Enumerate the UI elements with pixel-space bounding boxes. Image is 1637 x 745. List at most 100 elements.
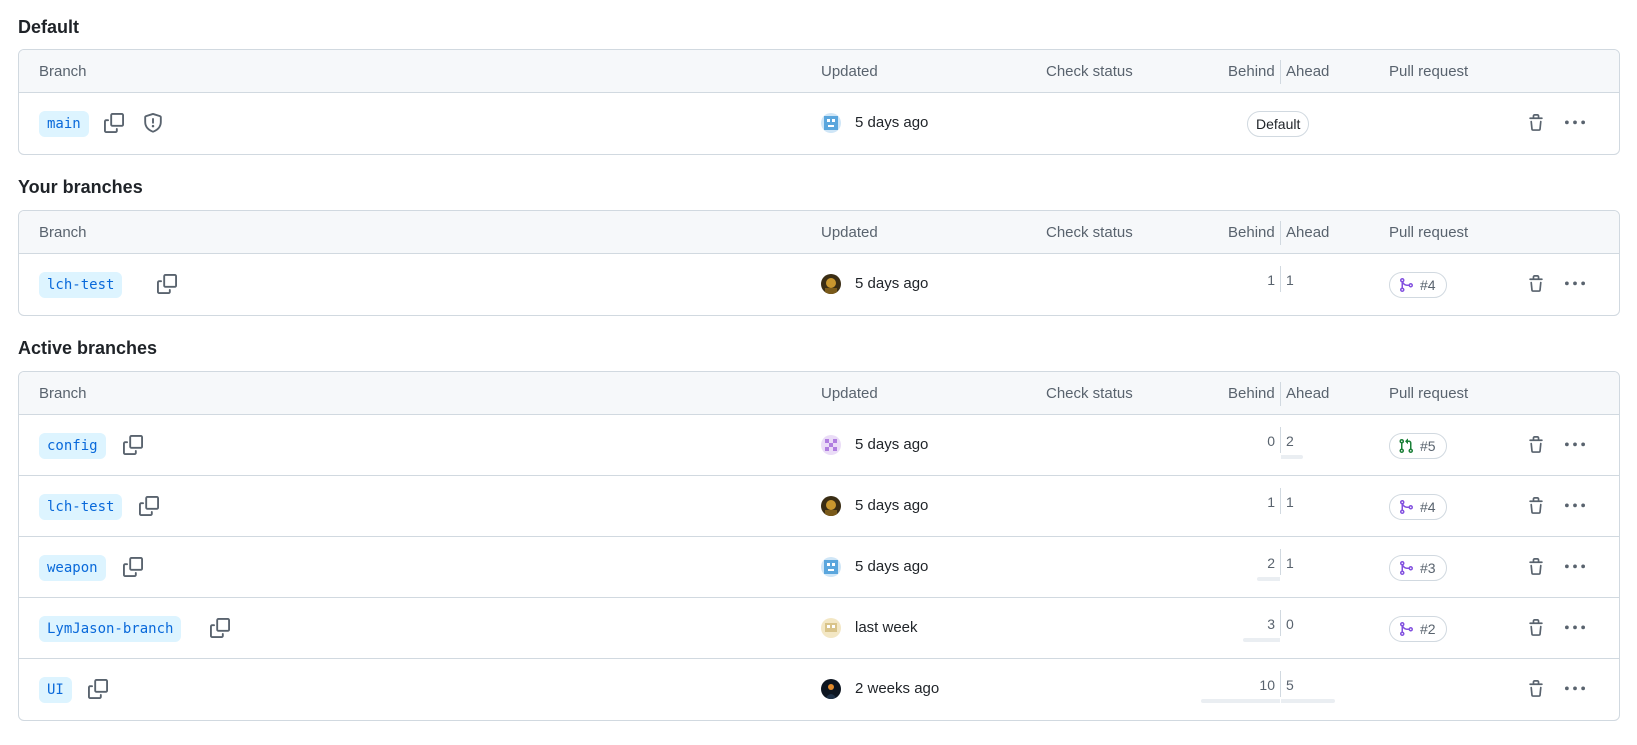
pull-request-link[interactable]: #4 — [1389, 272, 1447, 298]
trash-icon[interactable] — [1524, 272, 1548, 296]
column-divider — [1280, 382, 1281, 406]
more-options-icon[interactable] — [1562, 555, 1588, 579]
column-divider — [1280, 60, 1281, 84]
copy-icon[interactable] — [207, 615, 233, 641]
section-title-active-branches: Active branches — [18, 338, 158, 358]
pull-request-number: #4 — [1420, 499, 1436, 515]
behind-count: 2 — [1267, 555, 1275, 571]
avatar[interactable] — [821, 435, 841, 455]
updated-time: 5 days ago — [855, 114, 929, 131]
more-options-icon[interactable] — [1562, 494, 1588, 518]
branch-name-link[interactable]: main — [39, 111, 89, 137]
default-branch-table: Branch Updated Check status Behind Ahead… — [18, 49, 1620, 155]
pull-request-link[interactable]: #4 — [1389, 494, 1447, 520]
column-header-check-status: Check status — [1046, 385, 1133, 402]
avatar[interactable] — [821, 618, 841, 638]
column-header-behind: Behind — [1228, 385, 1275, 402]
table-header: Branch Updated Check status Behind Ahead… — [19, 372, 1619, 415]
ahead-behind-divider — [1280, 671, 1281, 697]
updated-time: 2 weeks ago — [855, 680, 940, 697]
branch-name-link[interactable]: lch-test — [39, 494, 123, 520]
table-header: Branch Updated Check status Behind Ahead… — [19, 50, 1619, 93]
copy-icon[interactable] — [154, 271, 180, 297]
updated-time: 5 days ago — [855, 497, 929, 514]
merged-pr-icon — [1400, 500, 1414, 514]
column-divider — [1280, 221, 1281, 245]
ahead-bar — [1281, 699, 1335, 703]
behind-count: 1 — [1267, 494, 1275, 510]
branch-name-link[interactable]: weapon — [39, 555, 106, 581]
trash-icon[interactable] — [1524, 555, 1548, 579]
merged-pr-icon — [1400, 561, 1414, 575]
pull-request-number: #2 — [1420, 621, 1436, 637]
your-branches-table: Branch Updated Check status Behind Ahead… — [18, 210, 1620, 316]
ahead-count: 0 — [1286, 616, 1294, 632]
pull-request-number: #3 — [1420, 560, 1436, 576]
table-row: config 5 days ago 0 2 #5 — [19, 415, 1619, 476]
column-header-pull-request: Pull request — [1389, 63, 1469, 80]
column-header-pull-request: Pull request — [1389, 224, 1469, 241]
behind-count: 3 — [1267, 616, 1275, 632]
ahead-behind-divider — [1280, 488, 1281, 514]
column-header-branch: Branch — [39, 385, 87, 402]
updated-time: 5 days ago — [855, 275, 929, 292]
table-row: LymJason-branch last week 3 0 #2 — [19, 598, 1619, 659]
pull-request-link[interactable]: #5 — [1389, 433, 1447, 459]
behind-count: 1 — [1267, 272, 1275, 288]
column-header-updated: Updated — [821, 385, 878, 402]
merged-pr-icon — [1400, 278, 1414, 292]
branch-name-link[interactable]: config — [39, 433, 106, 459]
branch-name-link[interactable]: UI — [39, 677, 72, 703]
branch-name-link[interactable]: lch-test — [39, 272, 123, 298]
copy-icon[interactable] — [120, 554, 146, 580]
shield-icon[interactable] — [140, 110, 166, 136]
more-options-icon[interactable] — [1562, 433, 1588, 457]
column-header-branch: Branch — [39, 63, 87, 80]
avatar[interactable] — [821, 496, 841, 516]
table-row: main 5 days ago Default — [19, 93, 1619, 154]
behind-count: 0 — [1267, 433, 1275, 449]
merged-pr-icon — [1400, 622, 1414, 636]
column-header-behind: Behind — [1228, 63, 1275, 80]
column-header-behind: Behind — [1228, 224, 1275, 241]
behind-bar — [1243, 638, 1280, 642]
avatar[interactable] — [821, 557, 841, 577]
pull-request-link[interactable]: #2 — [1389, 616, 1447, 642]
updated-time: 5 days ago — [855, 436, 929, 453]
more-options-icon[interactable] — [1562, 272, 1588, 296]
behind-bar — [1257, 577, 1280, 581]
branch-name-link[interactable]: LymJason-branch — [39, 616, 182, 642]
updated-time: 5 days ago — [855, 558, 929, 575]
column-header-check-status: Check status — [1046, 63, 1133, 80]
trash-icon[interactable] — [1524, 433, 1548, 457]
table-row: UI 2 weeks ago 10 5 — [19, 659, 1619, 720]
copy-icon[interactable] — [136, 493, 162, 519]
trash-icon[interactable] — [1524, 111, 1548, 135]
section-title-default: Default — [18, 17, 80, 37]
column-header-ahead: Ahead — [1286, 63, 1330, 80]
more-options-icon[interactable] — [1562, 677, 1588, 701]
more-options-icon[interactable] — [1562, 111, 1588, 135]
ahead-behind-divider — [1280, 427, 1281, 453]
ahead-count: 1 — [1286, 555, 1294, 571]
copy-icon[interactable] — [101, 110, 127, 136]
ahead-count: 1 — [1286, 272, 1294, 288]
trash-icon[interactable] — [1524, 616, 1548, 640]
trash-icon[interactable] — [1524, 677, 1548, 701]
behind-count: 10 — [1259, 677, 1275, 693]
ahead-bar — [1281, 455, 1303, 459]
avatar[interactable] — [821, 274, 841, 294]
copy-icon[interactable] — [120, 432, 146, 458]
table-row: lch-test 5 days ago 1 1 #4 — [19, 254, 1619, 315]
copy-icon[interactable] — [85, 676, 111, 702]
avatar[interactable] — [821, 679, 841, 699]
open-pr-icon — [1399, 438, 1414, 454]
ahead-count: 5 — [1286, 677, 1294, 693]
column-header-ahead: Ahead — [1286, 224, 1330, 241]
pull-request-link[interactable]: #3 — [1389, 555, 1447, 581]
more-options-icon[interactable] — [1562, 616, 1588, 640]
table-row: weapon 5 days ago 2 1 #3 — [19, 537, 1619, 598]
avatar[interactable] — [821, 113, 841, 133]
default-badge: Default — [1247, 111, 1310, 137]
trash-icon[interactable] — [1524, 494, 1548, 518]
